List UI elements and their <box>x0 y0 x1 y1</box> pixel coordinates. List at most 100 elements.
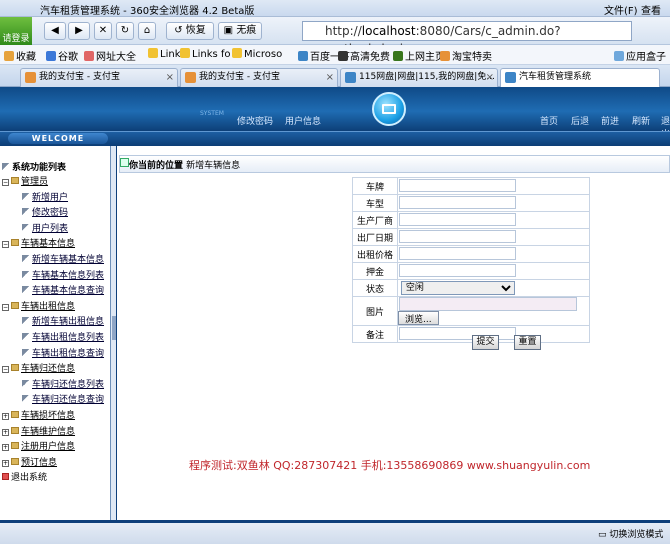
tree-group-item[interactable]: + 车辆损坏信息 <box>2 408 75 421</box>
bookmark-item[interactable]: 谷歌 <box>46 48 78 63</box>
close-icon[interactable]: ✕ <box>94 22 112 40</box>
forward-icon[interactable]: ▶ <box>68 22 90 40</box>
bookmark-label: 上网主页 <box>405 52 445 63</box>
tree-sub-item[interactable]: 新增车辆基本信息 <box>22 252 104 265</box>
menu-file[interactable]: 文件(F) <box>604 2 638 17</box>
tree-sub-item[interactable]: 车辆基本信息查询 <box>22 283 104 296</box>
plate-input[interactable] <box>399 179 516 192</box>
maker-input[interactable] <box>399 213 516 226</box>
tree-group-item[interactable]: − 车辆基本信息 <box>2 236 75 249</box>
restore-label: 恢复 <box>185 25 206 36</box>
breadcrumb-value: 新增车辆信息 <box>186 161 241 171</box>
price-input[interactable] <box>399 247 516 260</box>
tree-item-label: 新增车辆基本信息 <box>32 255 105 265</box>
date-input[interactable] <box>399 230 516 243</box>
tree-sub-item[interactable]: 新增用户 <box>22 190 68 203</box>
tree-sub-item[interactable]: 车辆归还信息列表 <box>22 377 104 390</box>
home-icon[interactable]: ⌂ <box>138 22 156 40</box>
bookmark-item[interactable]: Microso <box>232 48 282 60</box>
address-host: localhost <box>361 24 416 38</box>
bookmark-item[interactable]: 网址大全 <box>84 48 136 63</box>
header-nav-item[interactable]: 首页 <box>540 114 558 127</box>
model-input[interactable] <box>399 196 516 209</box>
status-text: 切换浏览模式 <box>609 530 664 540</box>
reset-button[interactable]: 重置 <box>514 335 541 350</box>
splitter-handle-icon[interactable] <box>112 316 116 340</box>
model-label: 车型 <box>352 194 398 212</box>
car-form: 车牌 车型 生产厂商 出厂日期 出租价格 押金 状态 空闲 图片 浏览... 备… <box>352 177 590 343</box>
folder-icon <box>11 301 19 309</box>
tree-group-item[interactable]: + 注册用户信息 <box>2 439 75 452</box>
tab-favicon-icon <box>505 72 516 83</box>
tree-toggle-icon[interactable]: − <box>2 241 9 249</box>
header-menu-item[interactable]: 用户信息 <box>285 114 321 127</box>
bookmark-item[interactable]: 上网主页 <box>393 48 445 63</box>
header-nav-item[interactable]: 后退 <box>571 114 589 127</box>
tree-toggle-icon[interactable]: + <box>2 444 9 452</box>
tree-group-item[interactable]: + 车辆维护信息 <box>2 424 75 437</box>
note-label: 备注 <box>352 325 398 343</box>
bookmark-label: 收藏 <box>16 52 36 63</box>
bookmark-item[interactable]: 淘宝特卖 <box>440 48 492 63</box>
bookmark-item[interactable]: Links fo <box>180 48 231 60</box>
tree-sub-item[interactable]: 车辆基本信息列表 <box>22 268 104 281</box>
tab-close-icon[interactable]: × <box>486 69 494 86</box>
tree-sub-item[interactable]: 车辆出租信息查询 <box>22 346 104 359</box>
tree-item-label: 新增用户 <box>32 192 69 203</box>
tree-sub-item[interactable]: 车辆出租信息列表 <box>22 330 104 343</box>
tree-toggle-icon[interactable]: − <box>2 366 9 374</box>
tree-group-item[interactable]: + 预订信息 <box>2 455 57 468</box>
tree-group-item[interactable]: − 管理员 <box>2 174 48 187</box>
image-file-input[interactable] <box>399 297 577 311</box>
tree-toggle-icon[interactable]: − <box>2 303 9 311</box>
incognito-button[interactable]: ▣ 无痕 <box>218 22 262 40</box>
tree-sub-item[interactable]: 用户列表 <box>22 221 68 234</box>
deposit-input[interactable] <box>399 264 516 277</box>
browser-tab[interactable]: 我的支付宝 - 支付宝 × <box>20 68 178 87</box>
tree-group-item[interactable]: − 车辆归还信息 <box>2 361 75 374</box>
breadcrumb-label: 你当前的位置 <box>129 161 184 171</box>
submit-button[interactable]: 提交 <box>472 335 499 350</box>
tab-close-icon[interactable]: × <box>326 69 334 86</box>
header-nav-item[interactable]: 刷新 <box>632 114 650 127</box>
tree-toggle-icon[interactable]: − <box>2 179 9 186</box>
back-icon[interactable]: ◀ <box>44 22 66 40</box>
restore-button[interactable]: ↺ 恢复 <box>166 22 214 40</box>
status-label: 状态 <box>352 279 398 297</box>
tree-sub-item[interactable]: 车辆归还信息查询 <box>22 392 104 405</box>
tree-toggle-icon[interactable]: + <box>2 413 9 420</box>
bookmark-item[interactable]: 收藏 <box>4 48 36 63</box>
login-button[interactable]: 请登录 <box>0 17 32 45</box>
tree-toggle-icon[interactable]: + <box>2 428 9 436</box>
bookmark-item[interactable]: 高清免费 <box>338 48 390 63</box>
tab-label: 我的支付宝 - 支付宝 <box>199 72 280 82</box>
browse-mode-toggle[interactable]: ▭ 切换浏览模式 <box>598 527 663 540</box>
bookmark-icon <box>614 51 624 61</box>
tree-sub-item[interactable]: 新增车辆出租信息 <box>22 314 104 327</box>
tree-leaf-icon <box>22 395 29 403</box>
tree-exit-item[interactable]: 退出系统 <box>2 470 47 483</box>
browser-tab[interactable]: 我的支付宝 - 支付宝 × <box>180 68 338 87</box>
address-bar[interactable]: http://localhost:8080/Cars/c_admin.do?me… <box>302 21 632 56</box>
browse-button[interactable]: 浏览... <box>398 311 439 325</box>
tree-item-label: 车辆归还信息查询 <box>32 395 105 406</box>
tab-close-icon[interactable]: × <box>166 69 174 86</box>
tree-sub-item[interactable]: 修改密码 <box>22 205 68 218</box>
tab-label: 115网盘|网盘|115,我的网盘|免... <box>359 72 495 82</box>
header-nav-item[interactable]: 前进 <box>601 114 619 127</box>
bookmark-icon <box>4 51 14 61</box>
menu-view[interactable]: 查看 <box>641 2 661 17</box>
tree-toggle-icon[interactable]: + <box>2 459 9 467</box>
maker-label: 生产厂商 <box>352 211 398 229</box>
tree-item-label: 注册用户信息 <box>21 442 76 453</box>
bookmark-item[interactable]: 应用盒子 <box>614 48 666 63</box>
exit-icon[interactable] <box>2 473 9 481</box>
status-select[interactable]: 空闲 <box>400 281 515 295</box>
browser-tab[interactable]: 汽车租赁管理系统 <box>500 68 660 88</box>
refresh-icon[interactable]: ↻ <box>116 22 134 40</box>
header-menu-item[interactable]: 修改密码 <box>237 114 273 127</box>
browser-tab[interactable]: 115网盘|网盘|115,我的网盘|免... × <box>340 68 498 87</box>
tree-item-label: 车辆基本信息查询 <box>32 286 105 297</box>
tree-group-item[interactable]: − 车辆出租信息 <box>2 299 75 312</box>
tree-item-label: 车辆归还信息 <box>21 364 76 375</box>
